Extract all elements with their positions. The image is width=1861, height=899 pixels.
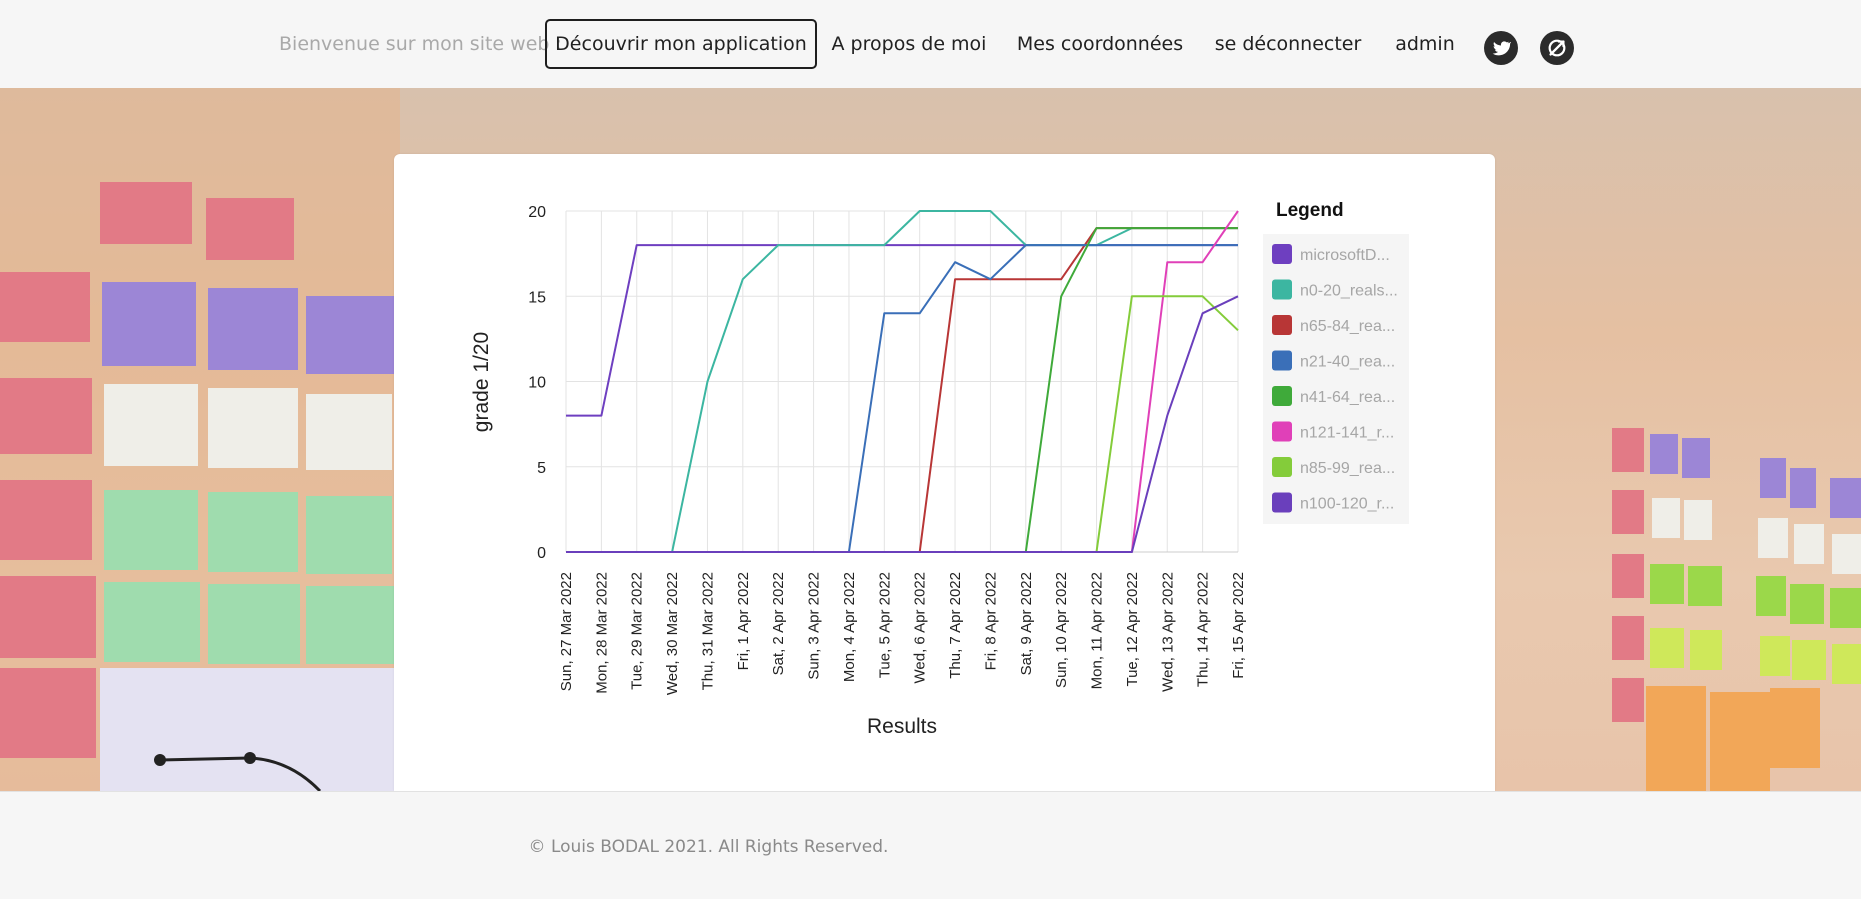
legend-swatch: [1272, 457, 1292, 477]
external-link[interactable]: [1540, 31, 1574, 65]
top-navigation-bar: Bienvenue sur mon site web : Découvrir m…: [0, 0, 1861, 88]
link-icon: [1548, 39, 1566, 57]
legend-item-label: n121-141_r...: [1300, 425, 1394, 442]
legend-swatch: [1272, 350, 1292, 371]
legend-item-label: n65-84_rea...: [1300, 318, 1395, 335]
legend-item-label: n0-20_reals...: [1300, 283, 1398, 300]
x-tick-label: Tue, 29 Mar 2022: [629, 572, 646, 690]
y-axis-ticks: 0 5 10 15 20: [528, 204, 546, 562]
x-tick-label: Fri, 8 Apr 2022: [982, 572, 999, 670]
nav-discover-app-button[interactable]: Découvrir mon application: [545, 19, 817, 69]
x-tick-label: Sat, 2 Apr 2022: [770, 572, 787, 675]
x-tick-label: Mon, 28 Mar 2022: [593, 572, 610, 694]
x-tick-label: Tue, 12 Apr 2022: [1124, 572, 1141, 687]
y-tick-label: 0: [537, 545, 546, 562]
page-footer: © Louis BODAL 2021. All Rights Reserved.: [0, 791, 1861, 899]
x-tick-label: Wed, 6 Apr 2022: [912, 572, 929, 683]
x-tick-label: Sun, 27 Mar 2022: [558, 572, 575, 691]
x-tick-label: Fri, 1 Apr 2022: [735, 572, 752, 670]
results-line-chart: 0 5 10 15 20 Sun, 27 Mar 2022 Mon, 28 Mar 202…: [470, 200, 1409, 738]
chart-legend: Legend microsoftD... n0-20_reals... n65-84…: [1263, 200, 1409, 524]
legend-swatch: [1272, 315, 1292, 335]
x-tick-label: Tue, 5 Apr 2022: [876, 572, 893, 678]
y-tick-label: 10: [528, 375, 546, 392]
x-axis-ticks: Sun, 27 Mar 2022 Mon, 28 Mar 2022 Tue, 29 …: [558, 572, 1247, 695]
x-tick-label: Thu, 14 Apr 2022: [1195, 572, 1212, 687]
legend-item-label: microsoftD...: [1300, 247, 1390, 264]
copyright-text: © Louis BODAL 2021. All Rights Reserved.: [528, 837, 889, 857]
x-tick-label: Mon, 11 Apr 2022: [1089, 572, 1106, 689]
x-tick-label: Mon, 4 Apr 2022: [841, 572, 858, 682]
legend-item-label: n100-120_r...: [1300, 496, 1394, 513]
chart-card: 0 5 10 15 20 Sun, 27 Mar 2022 Mon, 28 Mar 202…: [394, 154, 1495, 791]
nav-logout-button[interactable]: se déconnecter: [1210, 19, 1366, 69]
y-tick-label: 5: [537, 460, 546, 477]
x-tick-label: Thu, 31 Mar 2022: [699, 572, 716, 690]
legend-swatch: [1272, 386, 1292, 406]
legend-item-label: n21-40_rea...: [1300, 354, 1395, 371]
x-tick-label: Wed, 13 Apr 2022: [1159, 572, 1176, 692]
x-axis-label: Results: [867, 715, 937, 738]
x-tick-label: Sat, 9 Apr 2022: [1018, 572, 1035, 675]
twitter-icon: [1492, 41, 1511, 56]
legend-title: Legend: [1276, 200, 1344, 221]
y-tick-label: 20: [528, 204, 546, 221]
legend-box: [1263, 234, 1409, 524]
welcome-text: Bienvenue sur mon site web :: [279, 33, 562, 55]
legend-item-label: n41-64_rea...: [1300, 389, 1395, 406]
nav-admin-button[interactable]: admin: [1390, 19, 1460, 69]
legend-swatch: [1272, 244, 1292, 264]
x-tick-label: Fri, 15 Apr 2022: [1230, 572, 1247, 679]
x-tick-label: Thu, 7 Apr 2022: [947, 572, 964, 679]
x-tick-label: Wed, 30 Mar 2022: [664, 572, 681, 695]
twitter-link[interactable]: [1484, 31, 1518, 65]
legend-swatch: [1272, 421, 1292, 442]
nav-contact-button[interactable]: Mes coordonnées: [1014, 19, 1186, 69]
y-tick-label: 15: [528, 289, 546, 306]
y-axis-label: grade 1/20: [470, 332, 493, 432]
series-line: [566, 244, 1238, 417]
legend-item-label: n85-99_rea...: [1300, 460, 1395, 477]
legend-swatch: [1272, 492, 1292, 513]
x-tick-label: Sun, 3 Apr 2022: [806, 572, 823, 680]
x-tick-label: Sun, 10 Apr 2022: [1053, 572, 1070, 688]
legend-swatch: [1272, 279, 1292, 300]
nav-about-me-button[interactable]: A propos de moi: [828, 19, 990, 69]
